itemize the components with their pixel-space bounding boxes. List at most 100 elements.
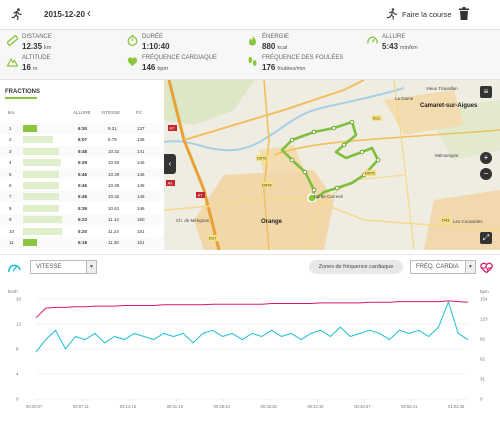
fraction-fc: 146 xyxy=(137,183,145,188)
fraction-allure: 5:46 xyxy=(78,183,88,188)
fraction-allure: 5:46 xyxy=(78,171,88,177)
left-tick-label: 8 xyxy=(16,347,19,352)
tab-underline xyxy=(5,97,37,99)
pace-bar xyxy=(23,147,59,155)
fraction-row[interactable]: 7 5:48 10.32 146 xyxy=(0,191,163,202)
left-tick-label: 0 xyxy=(16,397,19,402)
runner-icon xyxy=(11,8,22,20)
fraction-km: 1 xyxy=(9,126,12,131)
fraction-km: 8 xyxy=(9,205,12,211)
fraction-row[interactable]: 2 6:07 9.79 138 xyxy=(0,134,163,145)
route-map[interactable]: A7 A7 A9 D975 D976 D975 D11 D17 D43 Cama… xyxy=(164,80,500,250)
pace-bar xyxy=(23,182,59,189)
pace-bar xyxy=(23,204,60,212)
fraction-row[interactable]: 1 6:30 9.21 137 xyxy=(0,123,163,134)
collapse-map-button[interactable]: ‹ xyxy=(164,154,176,174)
left-tick-label: 16 xyxy=(16,297,22,302)
fraction-row[interactable]: 8 5:39 10.61 146 xyxy=(0,202,163,214)
fraction-allure: 5:20 xyxy=(78,228,88,234)
place-orange: Orange xyxy=(261,219,283,225)
fullscreen-icon[interactable]: ⤢ xyxy=(480,232,492,244)
fraction-allure: 5:23 xyxy=(78,217,88,223)
svg-text:D975: D975 xyxy=(257,156,267,161)
fraction-km: 3 xyxy=(9,148,12,154)
x-tick-label: 00:07:11 xyxy=(73,404,90,409)
fraction-km: 9 xyxy=(9,217,12,223)
place-memanigne: Mémanigne xyxy=(435,153,459,158)
pace-bar xyxy=(23,227,62,235)
fraction-allure: 5:18 xyxy=(78,240,88,245)
pace-bar xyxy=(23,159,61,167)
x-tick-label: 00:42:32 xyxy=(307,404,324,409)
fraction-fc: 141 xyxy=(137,148,145,154)
fraction-row[interactable]: 6 5:46 10.39 146 xyxy=(0,180,163,191)
right-tick-label: 123 xyxy=(480,317,488,322)
fraction-allure: 5:29 xyxy=(78,160,88,166)
race-flag-icon[interactable] xyxy=(385,8,399,20)
zoom-out-button[interactable]: − xyxy=(480,168,492,180)
svg-text:A7: A7 xyxy=(170,126,176,131)
fraction-row[interactable]: 4 5:29 10.93 146 xyxy=(0,157,163,168)
x-tick-label: 00:14:15 xyxy=(120,404,137,409)
flame-icon xyxy=(249,35,256,46)
svg-text:D17: D17 xyxy=(209,236,217,241)
fraction-km: 4 xyxy=(9,160,12,166)
fraction-row[interactable]: 9 5:23 11.14 150 xyxy=(0,214,163,225)
fraction-row[interactable]: 5 5:46 10.39 146 xyxy=(0,168,163,180)
left-metric-select[interactable]: VITESSE ▼ xyxy=(30,260,97,274)
fraction-vitesse: 10.39 xyxy=(108,183,120,188)
fraction-vitesse: 10.39 xyxy=(108,171,120,177)
fraction-vitesse: 11.14 xyxy=(108,217,119,223)
fraction-vitesse: 9.79 xyxy=(108,137,117,143)
left-tick-label: 12 xyxy=(16,322,22,327)
place-start: Bd de Carrevé xyxy=(314,194,344,199)
place-merignan: Ch. de Mérignan xyxy=(176,218,210,223)
pace-bar xyxy=(23,193,59,201)
zones-frequence-cardiaque-button[interactable]: Zones de fréquence cardiaque xyxy=(309,260,403,274)
speedometer-icon xyxy=(367,36,378,44)
stopwatch-icon xyxy=(127,35,138,46)
faire-la-course-button[interactable]: Faire la course xyxy=(402,10,452,19)
mountain-icon xyxy=(7,57,18,67)
fraction-fc: 151 xyxy=(137,228,145,234)
fraction-row[interactable]: 11 5:18 11.30 151 xyxy=(0,237,163,248)
pace-bar xyxy=(23,239,37,246)
fraction-fc: 146 xyxy=(137,160,145,166)
right-metric-select[interactable]: FRÉQ. CARDIA ▼ xyxy=(410,260,476,274)
fraction-vitesse: 10.32 xyxy=(108,148,120,154)
fraction-row[interactable]: 10 5:20 11.24 151 xyxy=(0,225,163,237)
chevron-left-icon[interactable]: ‹ xyxy=(87,7,91,19)
right-tick-label: 62 xyxy=(480,357,486,362)
fraction-allure: 5:48 xyxy=(78,194,88,200)
ruler-icon xyxy=(7,35,18,46)
activity-date: 2015-12-20 xyxy=(44,10,85,19)
heart-rate-series xyxy=(35,300,469,319)
fraction-fc: 138 xyxy=(137,137,145,143)
x-tick-label: 01:03:45 xyxy=(448,404,465,409)
svg-text:D976: D976 xyxy=(262,183,272,188)
speed-gauge-icon xyxy=(8,264,21,273)
fraction-vitesse: 9.21 xyxy=(108,126,117,131)
fractions-title[interactable]: FRACTIONS xyxy=(5,89,40,95)
fraction-allure: 6:07 xyxy=(78,137,88,143)
fraction-row[interactable]: 3 5:48 10.32 141 xyxy=(0,145,163,157)
x-tick-label: 00:28:24 xyxy=(214,404,231,409)
fraction-vitesse: 11.30 xyxy=(108,240,119,245)
speed-heart-chart[interactable]: km/h bpm 0 4 8 12 16 0 31 62 92 123 154 00:00:07 00:07… xyxy=(0,283,500,419)
fraction-fc: 151 xyxy=(137,240,145,245)
left-tick-label: 4 xyxy=(16,372,19,377)
pace-bar xyxy=(23,125,37,132)
speed-series xyxy=(35,301,469,353)
pace-bar xyxy=(23,170,59,178)
menu-icon[interactable]: ≡ xyxy=(480,86,492,98)
zoom-in-button[interactable]: + xyxy=(480,152,492,164)
fractions-header: km ALLURE VITESSE FC xyxy=(8,110,142,115)
chevron-down-icon: ▼ xyxy=(86,261,96,273)
place-camaret: Camaret-sur-Aigues xyxy=(420,103,478,109)
svg-text:A7: A7 xyxy=(198,193,204,198)
place-vieux-travaillan: Vieux Travaillan xyxy=(426,86,458,91)
trash-icon[interactable] xyxy=(459,7,469,20)
fraction-vitesse: 10.32 xyxy=(108,194,120,200)
x-tick-label: 00:56:41 xyxy=(401,404,418,409)
fraction-km: 7 xyxy=(9,194,12,200)
